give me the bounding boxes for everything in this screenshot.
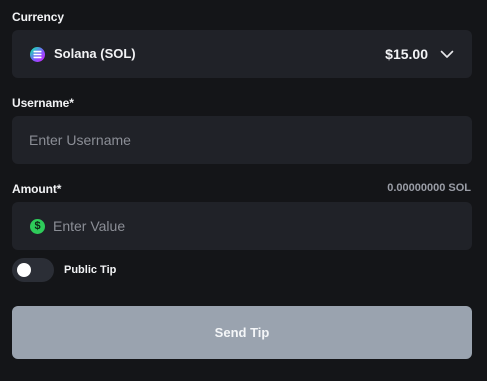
- public-tip-label: Public Tip: [64, 264, 117, 276]
- currency-label: Currency: [12, 10, 64, 24]
- currency-select[interactable]: Solana (SOL) $15.00: [12, 30, 472, 78]
- amount-input[interactable]: [53, 202, 458, 250]
- username-field: [12, 116, 472, 164]
- username-input[interactable]: [29, 116, 459, 164]
- balance-readout: 0.00000000 SOL: [387, 182, 471, 194]
- amount-label: Amount*: [12, 182, 62, 196]
- toggle-knob: [17, 263, 31, 277]
- public-tip-toggle[interactable]: [12, 258, 54, 282]
- currency-amount: $15.00: [385, 46, 428, 62]
- solana-icon: [30, 47, 45, 62]
- currency-name: Solana (SOL): [54, 46, 136, 61]
- send-tip-button[interactable]: Send Tip: [12, 306, 472, 359]
- dollar-icon: $: [30, 219, 45, 234]
- chevron-down-icon[interactable]: [440, 47, 454, 66]
- tip-form: Currency Solana (SOL) $15.00 Username* A…: [0, 0, 487, 381]
- amount-field: $: [12, 202, 472, 250]
- username-label: Username*: [12, 96, 74, 110]
